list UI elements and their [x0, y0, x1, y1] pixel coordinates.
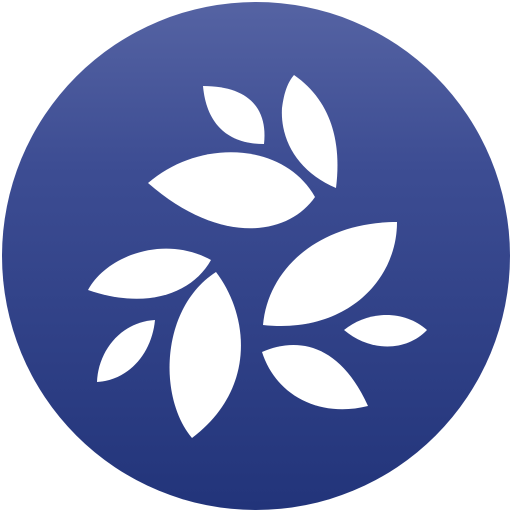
app-icon [0, 0, 512, 512]
circle-background [2, 2, 510, 510]
leaf-logo-icon [2, 2, 510, 510]
